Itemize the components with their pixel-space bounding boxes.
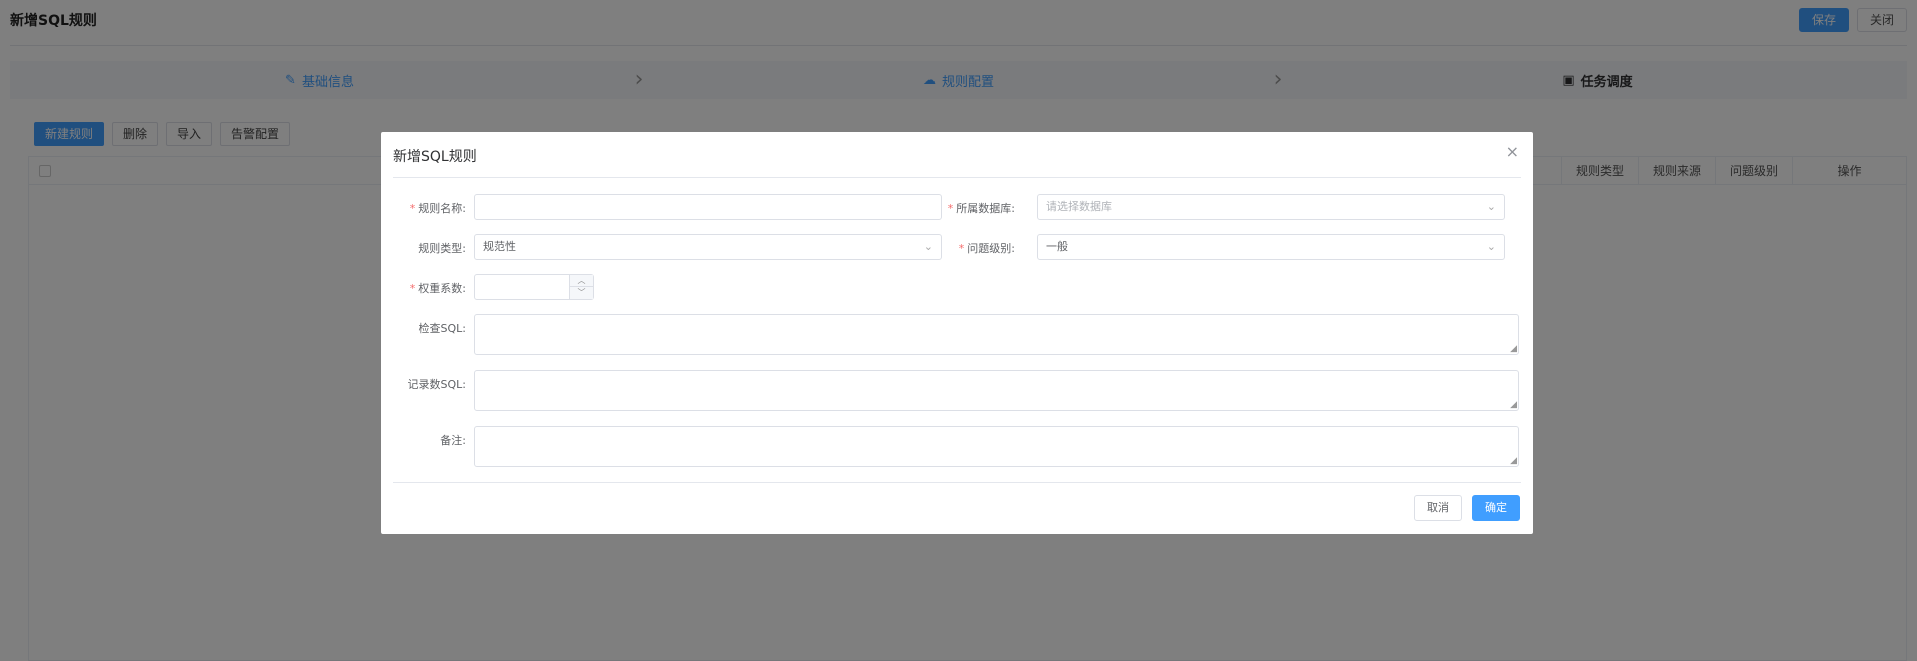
rule-name-label: * 规则名称: — [409, 202, 466, 215]
resize-handle-icon[interactable]: ◢ — [1510, 401, 1517, 410]
record-sql-label: 记录数SQL: — [407, 378, 466, 391]
check-sql-label: 检查SQL: — [418, 322, 466, 335]
cancel-button[interactable]: 取消 — [1414, 495, 1462, 521]
weight-stepper[interactable]: ︿ ﹀ — [474, 274, 594, 300]
dialog-footer-divider — [393, 482, 1521, 483]
database-label: * 所属数据库: — [947, 202, 1015, 215]
database-select[interactable]: 请选择数据库 ⌄ — [1037, 194, 1505, 220]
remark-label: 备注: — [440, 434, 466, 447]
weight-label: * 权重系数: — [409, 282, 466, 295]
resize-handle-icon[interactable]: ◢ — [1510, 345, 1517, 354]
resize-handle-icon[interactable]: ◢ — [1510, 457, 1517, 466]
remark-textarea[interactable]: ◢ — [474, 426, 1519, 467]
record-sql-textarea[interactable]: ◢ — [474, 370, 1519, 411]
close-icon[interactable]: × — [1506, 142, 1519, 161]
chevron-down-icon: ⌄ — [1486, 240, 1496, 253]
check-sql-textarea[interactable]: ◢ — [474, 314, 1519, 355]
add-sql-rule-dialog: 新增SQL规则 × * 规则名称: * 所属数据库: 请选择数据库 ⌄ 规则类型: … — [381, 132, 1533, 534]
dialog-title: 新增SQL规则 — [393, 149, 477, 165]
chevron-down-icon: ⌄ — [1486, 200, 1496, 213]
issue-level-select[interactable]: 一般 ⌄ — [1037, 234, 1505, 260]
chevron-down-icon[interactable]: ﹀ — [570, 287, 593, 299]
rule-type-label: 规则类型: — [418, 242, 466, 255]
chevron-up-icon[interactable]: ︿ — [570, 275, 593, 287]
dialog-header-divider — [393, 177, 1521, 178]
confirm-button[interactable]: 确定 — [1472, 495, 1520, 521]
issue-level-label: * 问题级别: — [958, 242, 1015, 255]
